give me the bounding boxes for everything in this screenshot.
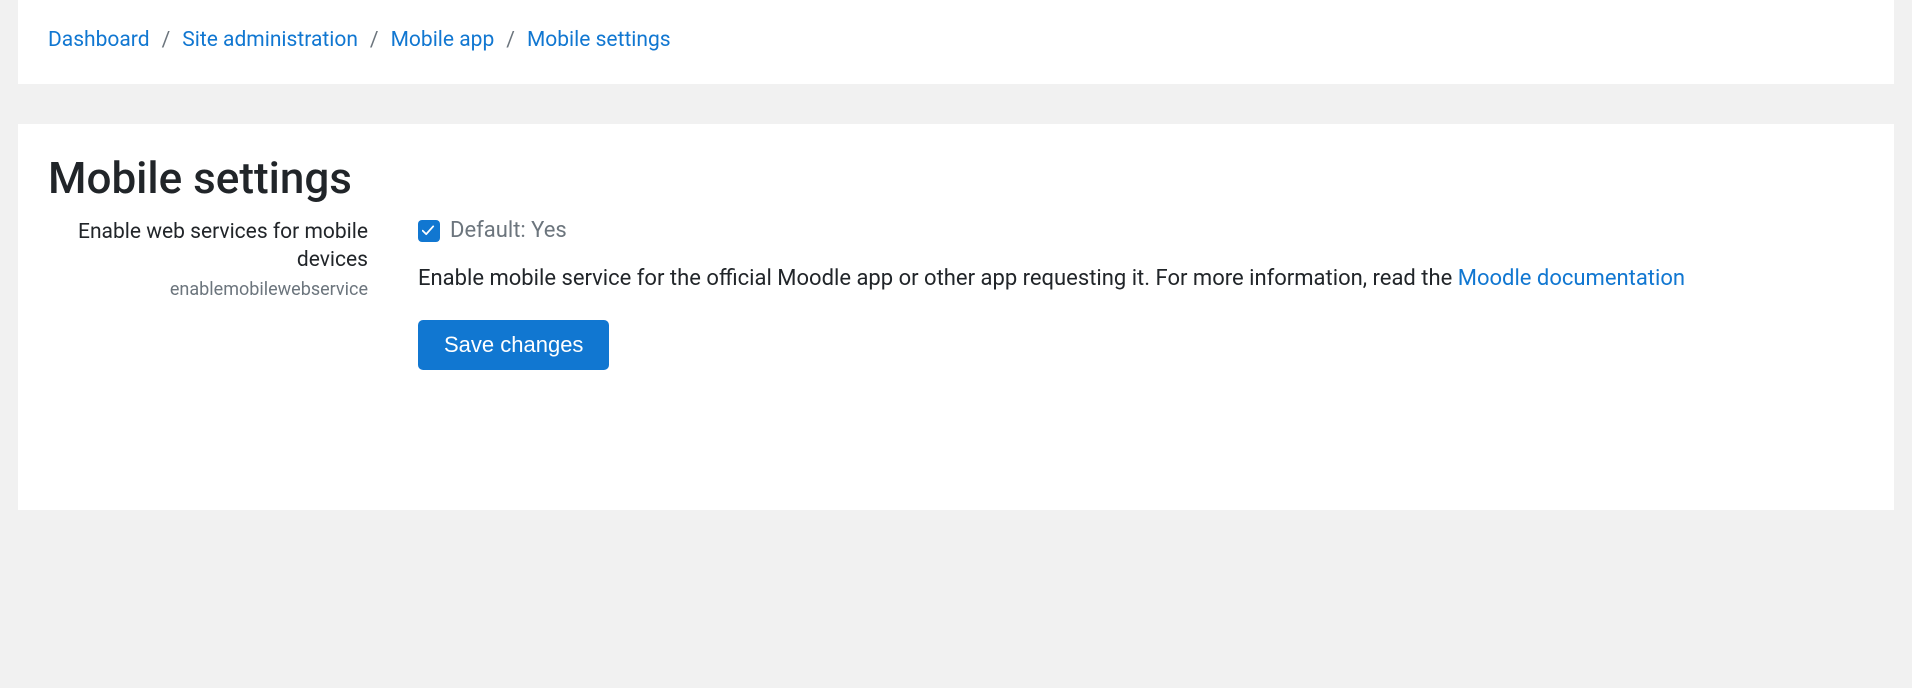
breadcrumb-separator: /: [366, 28, 383, 52]
setting-row: Enable web services for mobile devices e…: [48, 218, 1864, 370]
breadcrumb: Dashboard / Site administration / Mobile…: [48, 28, 1864, 52]
checkbox-row: Default: Yes: [418, 218, 1864, 243]
moodle-documentation-link[interactable]: Moodle documentation: [1458, 266, 1685, 291]
save-changes-button[interactable]: Save changes: [418, 320, 609, 370]
breadcrumb-mobile-app[interactable]: Mobile app: [391, 28, 495, 52]
breadcrumb-separator: /: [502, 28, 519, 52]
breadcrumb-mobile-settings[interactable]: Mobile settings: [527, 28, 671, 52]
breadcrumb-dashboard[interactable]: Dashboard: [48, 28, 150, 52]
settings-card: Mobile settings Enable web services for …: [18, 124, 1894, 510]
setting-label-column: Enable web services for mobile devices e…: [48, 218, 388, 300]
breadcrumb-site-administration[interactable]: Site administration: [182, 28, 358, 52]
setting-description: Enable mobile service for the official M…: [418, 261, 1864, 296]
description-text: Enable mobile service for the official M…: [418, 266, 1458, 291]
check-icon: [422, 224, 436, 238]
setting-key: enablemobilewebservice: [48, 279, 368, 300]
breadcrumb-card: Dashboard / Site administration / Mobile…: [18, 0, 1894, 84]
breadcrumb-separator: /: [158, 28, 175, 52]
page-title: Mobile settings: [48, 152, 1864, 204]
setting-label: Enable web services for mobile devices: [48, 218, 368, 275]
setting-field-column: Default: Yes Enable mobile service for t…: [388, 218, 1864, 370]
default-text: Default: Yes: [450, 218, 567, 243]
enable-mobile-checkbox[interactable]: [418, 220, 440, 242]
